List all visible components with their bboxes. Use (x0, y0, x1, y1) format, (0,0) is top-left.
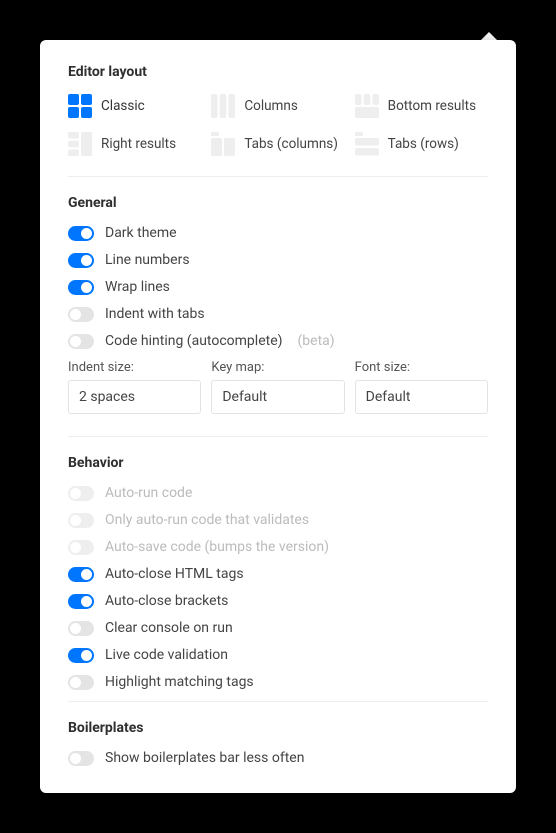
toggle-row: Code hinting (autocomplete) (beta) (68, 333, 488, 349)
layout-right-results-icon (68, 132, 92, 156)
layout-columns-icon (211, 94, 235, 118)
toggle-label: Highlight matching tags (105, 674, 254, 690)
layout-option-tabs-columns[interactable]: Tabs (columns) (211, 132, 344, 156)
toggle-label: Clear console on run (105, 620, 233, 636)
toggle-row: Clear console on run (68, 620, 488, 636)
toggle-label: Auto-run code (105, 485, 192, 501)
toggle-row: Live code validation (68, 647, 488, 663)
toggle-switch[interactable] (68, 594, 94, 609)
toggle-row: Only auto-run code that validates (68, 512, 488, 528)
field-label: Key map: (211, 360, 344, 375)
toggle-row: Indent with tabs (68, 306, 488, 322)
layout-option-label: Bottom results (388, 98, 476, 114)
toggle-switch[interactable] (68, 226, 94, 241)
toggle-switch[interactable] (68, 751, 94, 766)
layout-option-label: Columns (244, 98, 297, 114)
layout-option-columns[interactable]: Columns (211, 94, 344, 118)
boilerplates-toggle-list: Show boilerplates bar less often (68, 750, 488, 766)
layout-option-label: Right results (101, 136, 176, 152)
section-title-general: General (68, 195, 488, 211)
toggle-label: Code hinting (autocomplete) (105, 333, 283, 349)
layout-option-label: Tabs (rows) (388, 136, 459, 152)
toggle-label: Dark theme (105, 225, 177, 241)
toggle-row: Dark theme (68, 225, 488, 241)
toggle-switch[interactable] (68, 648, 94, 663)
toggle-switch (68, 486, 94, 501)
toggle-row: Auto-run code (68, 485, 488, 501)
toggle-row: Show boilerplates bar less often (68, 750, 488, 766)
divider (68, 436, 488, 437)
toggle-switch[interactable] (68, 675, 94, 690)
field-label: Indent size: (68, 360, 201, 375)
toggle-label: Auto-close HTML tags (105, 566, 244, 582)
layout-options: Classic Columns Bottom results (68, 94, 488, 156)
layout-tabs-columns-icon (211, 132, 235, 156)
toggle-row: Highlight matching tags (68, 674, 488, 690)
toggle-switch (68, 513, 94, 528)
layout-option-classic[interactable]: Classic (68, 94, 201, 118)
layout-bottom-results-icon (355, 94, 379, 118)
section-title-boilerplates: Boilerplates (68, 720, 488, 736)
toggle-label: Auto-close brackets (105, 593, 228, 609)
behavior-toggle-list: Auto-run code Only auto-run code that val… (68, 485, 488, 690)
toggle-switch[interactable] (68, 280, 94, 295)
layout-option-tabs-rows[interactable]: Tabs (rows) (355, 132, 488, 156)
toggle-row: Auto-close brackets (68, 593, 488, 609)
toggle-label: Indent with tabs (105, 306, 205, 322)
toggle-switch[interactable] (68, 253, 94, 268)
layout-option-label: Tabs (columns) (244, 136, 338, 152)
divider (68, 701, 488, 702)
toggle-row: Auto-close HTML tags (68, 566, 488, 582)
layout-option-label: Classic (101, 98, 145, 114)
select-key-map[interactable]: Default (211, 380, 344, 414)
general-field-row: Indent size: 2 spaces Key map: Default F… (68, 360, 488, 414)
toggle-row: Auto-save code (bumps the version) (68, 539, 488, 555)
section-title-behavior: Behavior (68, 455, 488, 471)
toggle-label: Live code validation (105, 647, 228, 663)
select-indent-size[interactable]: 2 spaces (68, 380, 201, 414)
toggle-switch[interactable] (68, 621, 94, 636)
settings-panel: Editor layout Classic Columns (40, 40, 516, 793)
general-toggle-list: Dark theme Line numbers Wrap lines Indent w… (68, 225, 488, 349)
toggle-row: Wrap lines (68, 279, 488, 295)
layout-option-right-results[interactable]: Right results (68, 132, 201, 156)
layout-option-bottom-results[interactable]: Bottom results (355, 94, 488, 118)
divider (68, 176, 488, 177)
toggle-label: Auto-save code (bumps the version) (105, 539, 329, 555)
toggle-label: Line numbers (105, 252, 190, 268)
toggle-label: Wrap lines (105, 279, 170, 295)
toggle-switch (68, 540, 94, 555)
toggle-switch[interactable] (68, 567, 94, 582)
toggle-suffix: (beta) (298, 333, 335, 349)
layout-tabs-rows-icon (355, 132, 379, 156)
toggle-label: Only auto-run code that validates (105, 512, 309, 528)
field-indent-size: Indent size: 2 spaces (68, 360, 201, 414)
toggle-label: Show boilerplates bar less often (105, 750, 304, 766)
field-font-size: Font size: Default (355, 360, 488, 414)
section-title-layout: Editor layout (68, 64, 488, 80)
layout-classic-icon (68, 94, 92, 118)
toggle-switch[interactable] (68, 334, 94, 349)
select-font-size[interactable]: Default (355, 380, 488, 414)
field-key-map: Key map: Default (211, 360, 344, 414)
toggle-row: Line numbers (68, 252, 488, 268)
toggle-switch[interactable] (68, 307, 94, 322)
field-label: Font size: (355, 360, 488, 375)
